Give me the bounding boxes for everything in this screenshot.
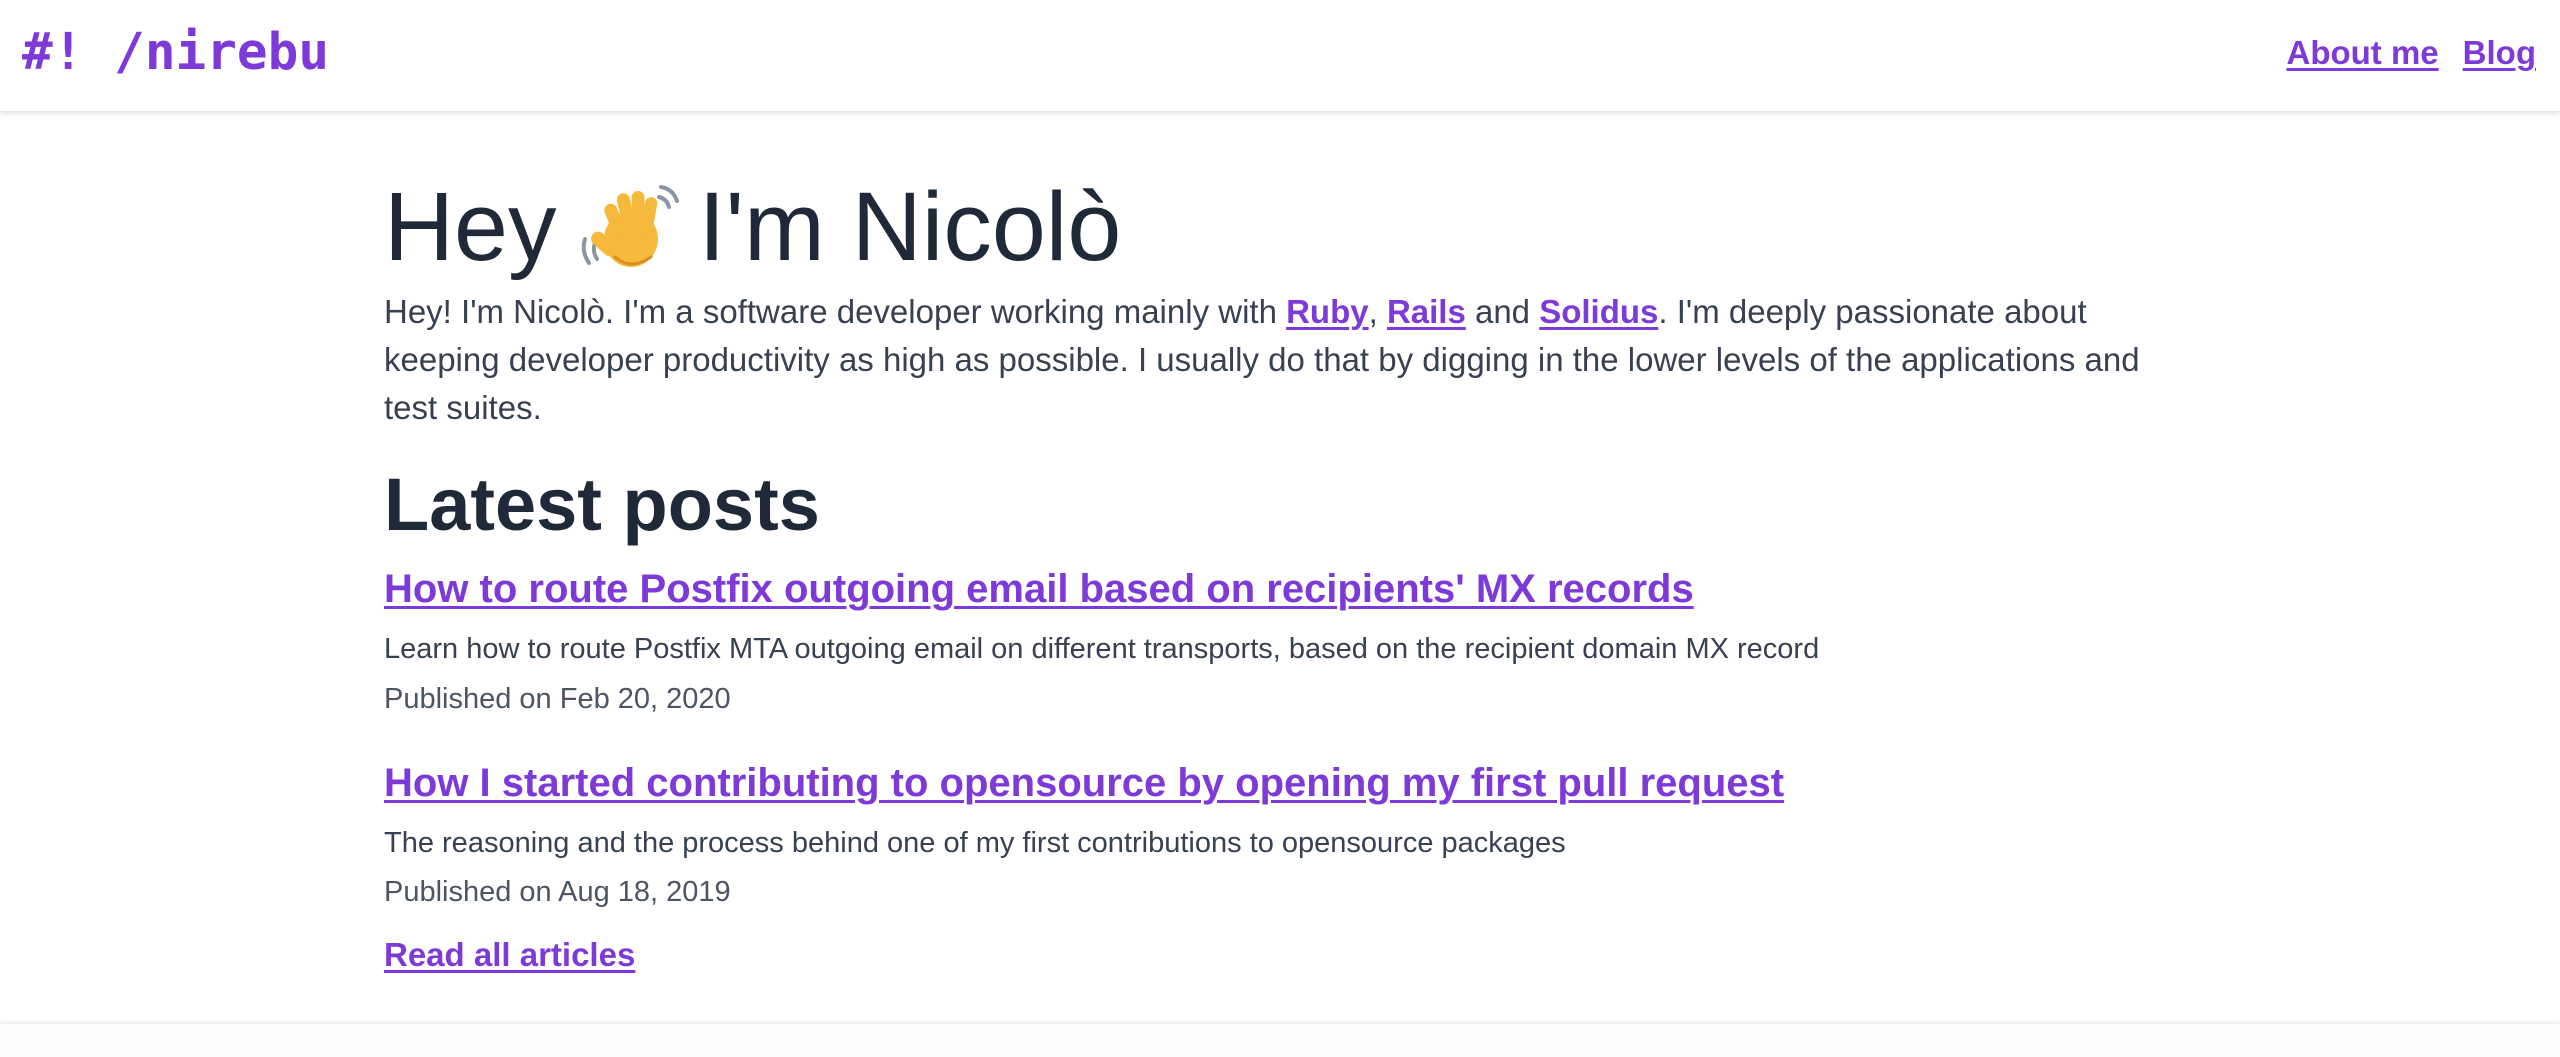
post-item: How to route Postfix outgoing email base… [384,565,2144,718]
intro-sep-2: and [1465,292,1540,330]
waving-hand-icon [581,184,679,267]
intro-sep-1: , [1368,292,1387,330]
post-description: Learn how to route Postfix MTA outgoing … [384,633,1820,666]
post-item: How I started contributing to opensource… [384,759,2144,912]
site-header: #! /nirebu About me Blog [0,0,2560,112]
nav-link-blog[interactable]: Blog [2463,36,2536,69]
nav-link-about[interactable]: About me [2287,36,2439,69]
post-title-link[interactable]: How I started contributing to opensource… [384,761,1784,805]
hero-greeting-before: Hey [384,172,557,281]
intro-paragraph: Hey! I'm Nicolò. I'm a software develope… [384,288,2144,432]
hero-greeting-after: I'm Nicolò [698,172,1122,281]
link-solidus[interactable]: Solidus [1539,293,1658,330]
post-date: Published on Feb 20, 2020 [384,682,731,715]
main-content: Hey I'm Nicolò Hey! I'm Nicolò. I'm a so… [384,176,2144,974]
hero-title: Hey I'm Nicolò [384,176,2144,278]
post-title-link[interactable]: How to route Postfix outgoing email base… [384,567,1694,611]
latest-posts-title: Latest posts [384,462,820,546]
post-description: The reasoning and the process behind one… [384,826,1566,859]
post-date: Published on Aug 18, 2019 [384,876,731,909]
site-footer [0,1023,2560,1057]
link-ruby[interactable]: Ruby [1286,293,1369,330]
main-nav: About me Blog [2287,36,2537,69]
intro-text-1: Hey! I'm Nicolò. I'm a software develope… [384,292,1287,330]
site-logo-link[interactable]: #! /nirebu [22,27,329,78]
read-all-articles-link[interactable]: Read all articles [384,936,635,974]
link-rails[interactable]: Rails [1387,293,1466,330]
